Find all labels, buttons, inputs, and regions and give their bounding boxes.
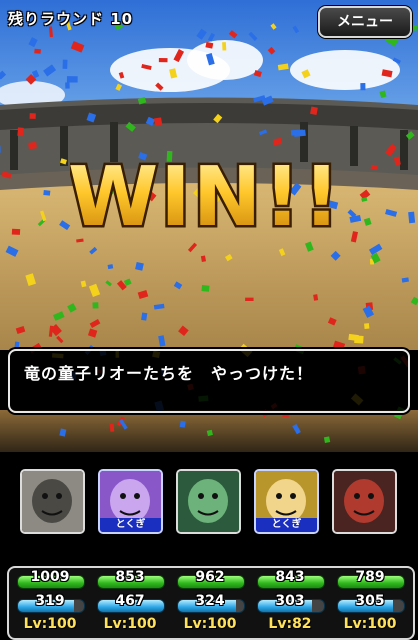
- confetti-piece: [34, 48, 41, 54]
- hp-value: 843: [275, 569, 305, 585]
- confetti-piece: [43, 190, 51, 196]
- party-member-5-stats: 789 305 Lv:100: [332, 568, 408, 638]
- party-member-3-portrait[interactable]: [176, 469, 241, 534]
- confetti-piece: [92, 302, 99, 309]
- hp-value: 1009: [30, 569, 70, 585]
- party-member-1-portrait[interactable]: [20, 469, 85, 534]
- confetti-piece: [66, 76, 78, 83]
- battle-message-text: 竜の童子リオーたちを やっつけた！: [24, 364, 314, 383]
- win-banner: WIN!!: [70, 148, 340, 246]
- mp-value: 324: [195, 593, 225, 609]
- confetti-piece: [62, 59, 68, 69]
- party-member-4-stats: 843 303 Lv:82: [252, 568, 328, 638]
- dark-warrior-icon: [334, 471, 395, 532]
- level-label: Lv:100: [103, 616, 157, 632]
- party-member-3-stats: 962 324 Lv:100: [172, 568, 248, 638]
- menu-button[interactable]: メニュー: [318, 6, 412, 38]
- confetti-piece: [107, 264, 114, 270]
- top-bar: 残りラウンド 10 メニュー: [0, 0, 418, 38]
- confetti-piece: [141, 312, 148, 321]
- battle-message-box: 竜の童子リオーたちを やっつけた！: [8, 349, 410, 413]
- skeleton-monster-icon: [22, 471, 83, 532]
- confetti-piece: [360, 83, 366, 91]
- level-label: Lv:82: [268, 616, 312, 632]
- confetti-piece: [201, 284, 210, 292]
- green-dragon-icon: [178, 471, 239, 532]
- party-member-2-stats: 853 467 Lv:100: [92, 568, 168, 638]
- confetti-piece: [109, 423, 115, 432]
- mp-value: 467: [115, 593, 145, 609]
- confetti-piece: [222, 42, 227, 51]
- hp-value: 962: [195, 569, 225, 585]
- hp-value: 789: [355, 569, 385, 585]
- confetti-piece: [290, 129, 304, 136]
- confetti-piece: [28, 141, 37, 150]
- party-stats-panel: 1009 319 Lv:100 853 467 Lv:100 962 324 Lv:100 843…: [7, 566, 415, 640]
- confetti-piece: [65, 82, 70, 89]
- win-text: WIN!!: [70, 150, 340, 245]
- level-label: Lv:100: [183, 616, 237, 632]
- confetti-piece: [364, 323, 370, 330]
- mp-value: 319: [35, 593, 65, 609]
- party-member-1-stats: 1009 319 Lv:100: [12, 568, 88, 638]
- mp-value: 305: [355, 593, 385, 609]
- hp-value: 853: [115, 569, 145, 585]
- remaining-rounds-label: 残りラウンド 10: [8, 10, 134, 28]
- confetti-piece: [158, 57, 168, 63]
- level-label: Lv:100: [23, 616, 77, 632]
- skill-badge: とくぎ: [100, 518, 161, 532]
- skill-badge: とくぎ: [256, 518, 317, 532]
- confetti-piece: [17, 127, 24, 137]
- confetti-piece: [323, 436, 331, 444]
- level-label: Lv:100: [343, 616, 397, 632]
- confetti-piece: [310, 106, 318, 115]
- confetti-piece: [135, 261, 144, 271]
- confetti-piece: [29, 113, 36, 119]
- party-member-2-portrait[interactable]: とくぎ: [98, 469, 163, 534]
- party-member-5-portrait[interactable]: [332, 469, 397, 534]
- party-member-4-portrait[interactable]: とくぎ: [254, 469, 319, 534]
- confetti-piece: [408, 211, 416, 224]
- confetti-piece: [11, 228, 21, 235]
- confetti-piece: [245, 297, 254, 302]
- confetti-piece: [153, 117, 163, 126]
- mp-value: 303: [275, 593, 305, 609]
- confetti-piece: [179, 420, 186, 428]
- party-panel: とくぎ とくぎ 1009 319 Lv:100 853 467 Lv:100 962 324 Lv…: [0, 452, 418, 640]
- battle-result-screen: 残りラウンド 10 メニュー WIN!! 竜の童子リオーたちを やっつけた！ と…: [0, 0, 418, 640]
